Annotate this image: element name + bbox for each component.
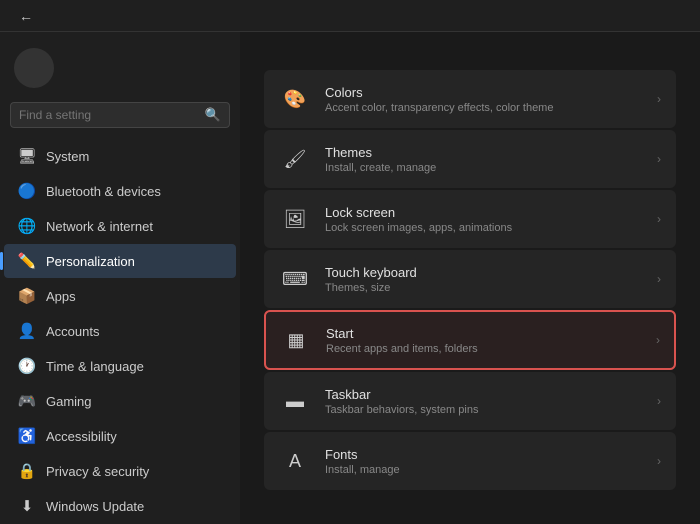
sidebar-item-label: Bluetooth & devices [46, 184, 161, 199]
colors-icon: 🎨 [279, 83, 311, 115]
search-box[interactable]: 🔍 [10, 102, 230, 128]
colors-chevron: › [657, 92, 661, 106]
nav-container: 🖥 System 🔵 Bluetooth & devices 🌐 Network… [0, 138, 240, 524]
setting-item-touchkeyboard[interactable]: ⌨ Touch keyboard Themes, size › [264, 250, 676, 308]
fonts-title: Fonts [325, 447, 643, 462]
sidebar-item-label: Time & language [46, 359, 144, 374]
user-section [0, 40, 240, 102]
setting-item-taskbar[interactable]: ▬ Taskbar Taskbar behaviors, system pins… [264, 372, 676, 430]
search-input[interactable] [19, 108, 199, 122]
gaming-icon: 🎮 [18, 392, 36, 410]
setting-item-lockscreen[interactable]: 🖼 Lock screen Lock screen images, apps, … [264, 190, 676, 248]
touchkeyboard-chevron: › [657, 272, 661, 286]
sidebar-item-label: Accounts [46, 324, 99, 339]
sidebar-item-label: Windows Update [46, 499, 144, 514]
touchkeyboard-title: Touch keyboard [325, 265, 643, 280]
sidebar-item-label: Personalization [46, 254, 135, 269]
time-icon: 🕐 [18, 357, 36, 375]
fonts-chevron: › [657, 454, 661, 468]
setting-item-colors[interactable]: 🎨 Colors Accent color, transparency effe… [264, 70, 676, 128]
sidebar-item-label: System [46, 149, 89, 164]
sidebar-item-label: Apps [46, 289, 76, 304]
sidebar-item-privacy[interactable]: 🔒 Privacy & security [4, 454, 236, 488]
start-chevron: › [656, 333, 660, 347]
accessibility-icon: ♿ [18, 427, 36, 445]
themes-chevron: › [657, 152, 661, 166]
themes-icon: 🖌 [279, 143, 311, 175]
lockscreen-icon: 🖼 [279, 203, 311, 235]
colors-desc: Accent color, transparency effects, colo… [325, 102, 643, 114]
title-bar: ← [0, 0, 700, 32]
sidebar-item-label: Gaming [46, 394, 92, 409]
network-icon: 🌐 [18, 217, 36, 235]
sidebar-item-accessibility[interactable]: ♿ Accessibility [4, 419, 236, 453]
taskbar-icon: ▬ [279, 385, 311, 417]
lockscreen-title: Lock screen [325, 205, 643, 220]
start-desc: Recent apps and items, folders [326, 343, 642, 355]
back-button[interactable]: ← [12, 2, 40, 30]
sidebar-item-label: Network & internet [46, 219, 153, 234]
search-icon: 🔍 [205, 107, 221, 123]
setting-item-themes[interactable]: 🖌 Themes Install, create, manage › [264, 130, 676, 188]
sidebar-item-system[interactable]: 🖥 System [4, 139, 236, 173]
lockscreen-chevron: › [657, 212, 661, 226]
content-area: 🎨 Colors Accent color, transparency effe… [240, 32, 700, 524]
start-title: Start [326, 326, 642, 341]
themes-desc: Install, create, manage [325, 162, 643, 174]
sidebar-item-label: Privacy & security [46, 464, 149, 479]
themes-title: Themes [325, 145, 643, 160]
bluetooth-icon: 🔵 [18, 182, 36, 200]
setting-item-fonts[interactable]: A Fonts Install, manage › [264, 432, 676, 490]
system-icon: 🖥 [18, 147, 36, 165]
accounts-icon: 👤 [18, 322, 36, 340]
taskbar-chevron: › [657, 394, 661, 408]
touchkeyboard-icon: ⌨ [279, 263, 311, 295]
sidebar-item-windowsupdate[interactable]: ⬇ Windows Update [4, 489, 236, 523]
taskbar-title: Taskbar [325, 387, 643, 402]
back-icon: ← [19, 8, 33, 24]
sidebar-item-bluetooth[interactable]: 🔵 Bluetooth & devices [4, 174, 236, 208]
settings-list: 🎨 Colors Accent color, transparency effe… [264, 70, 676, 490]
fonts-icon: A [279, 445, 311, 477]
sidebar-item-apps[interactable]: 📦 Apps [4, 279, 236, 313]
main-layout: 🔍 🖥 System 🔵 Bluetooth & devices 🌐 Netwo… [0, 32, 700, 524]
sidebar-item-accounts[interactable]: 👤 Accounts [4, 314, 236, 348]
sidebar-item-label: Accessibility [46, 429, 117, 444]
setting-item-start[interactable]: ▦ Start Recent apps and items, folders › [264, 310, 676, 370]
sidebar: 🔍 🖥 System 🔵 Bluetooth & devices 🌐 Netwo… [0, 32, 240, 524]
touchkeyboard-desc: Themes, size [325, 282, 643, 294]
apps-icon: 📦 [18, 287, 36, 305]
sidebar-item-network[interactable]: 🌐 Network & internet [4, 209, 236, 243]
windowsupdate-icon: ⬇ [18, 497, 36, 515]
lockscreen-desc: Lock screen images, apps, animations [325, 222, 643, 234]
taskbar-desc: Taskbar behaviors, system pins [325, 404, 643, 416]
sidebar-item-gaming[interactable]: 🎮 Gaming [4, 384, 236, 418]
avatar [14, 48, 54, 88]
colors-title: Colors [325, 85, 643, 100]
privacy-icon: 🔒 [18, 462, 36, 480]
sidebar-item-time[interactable]: 🕐 Time & language [4, 349, 236, 383]
start-icon: ▦ [280, 324, 312, 356]
fonts-desc: Install, manage [325, 464, 643, 476]
sidebar-item-personalization[interactable]: ✏️ Personalization [4, 244, 236, 278]
personalization-icon: ✏️ [18, 252, 36, 270]
